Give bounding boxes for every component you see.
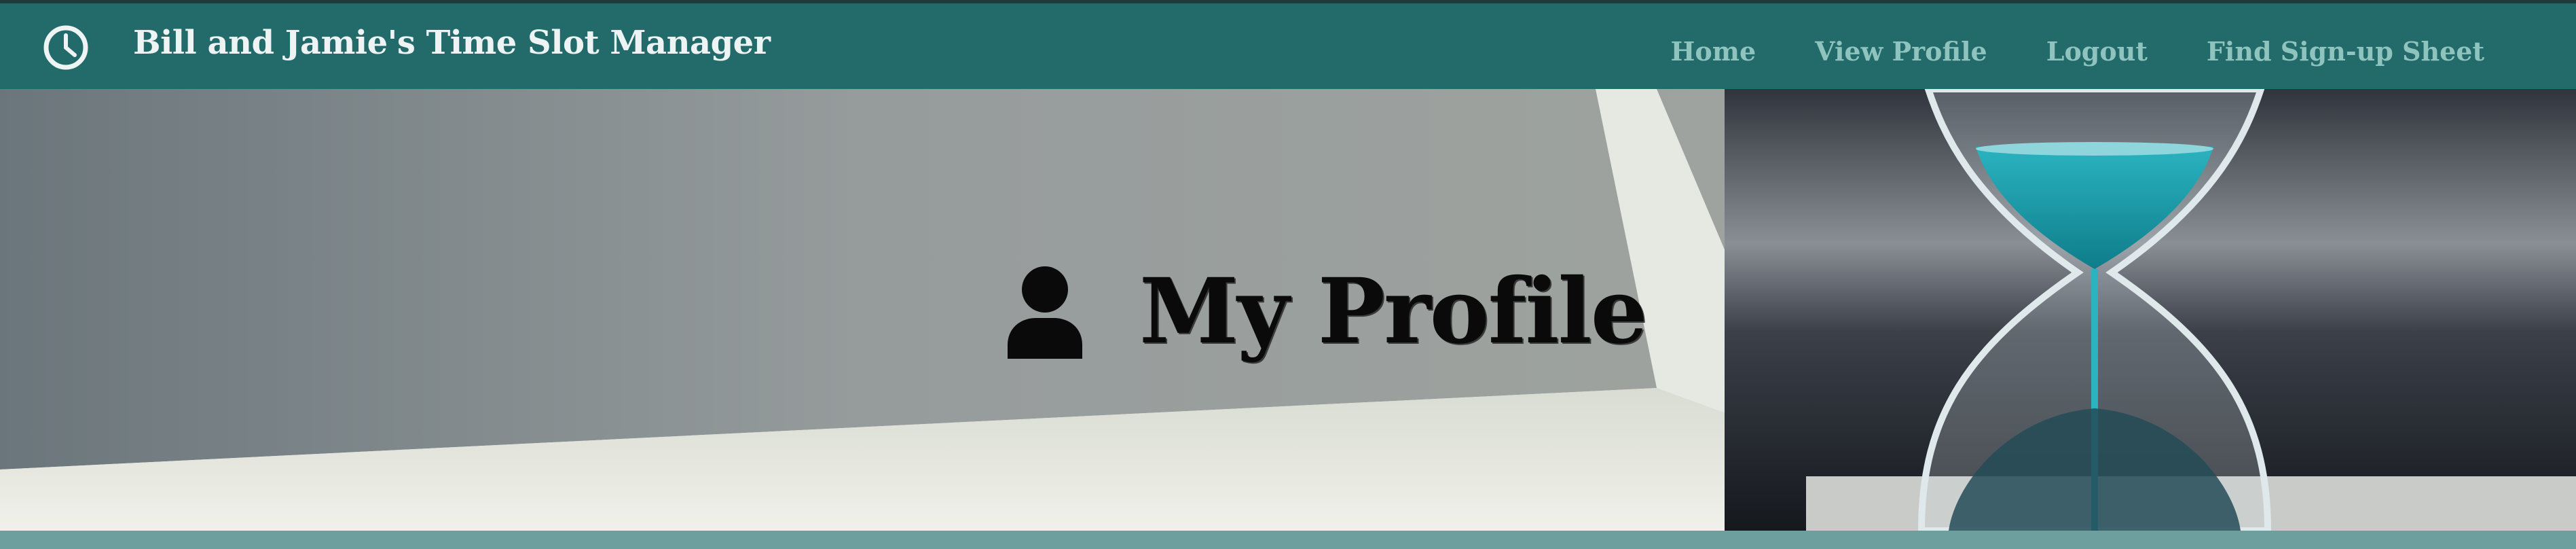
content-top-strip: [0, 531, 2576, 549]
nav-link-view-profile[interactable]: View Profile: [1815, 36, 1987, 67]
page-title: My Profile: [1139, 259, 1648, 364]
hero-banner: My Profile: [0, 89, 2576, 531]
clock-icon[interactable]: [42, 24, 90, 71]
top-navbar: Bill and Jamie's Time Slot Manager Home …: [0, 0, 2576, 89]
hero-heading: My Profile: [1005, 259, 1648, 364]
app-title[interactable]: Bill and Jamie's Time Slot Manager: [133, 24, 771, 62]
nav-links: Home View Profile Logout Find Sign-up Sh…: [1671, 36, 2484, 67]
nav-link-find-signup-sheet[interactable]: Find Sign-up Sheet: [2207, 36, 2484, 67]
nav-link-logout[interactable]: Logout: [2046, 36, 2148, 67]
nav-link-home[interactable]: Home: [1671, 36, 1756, 67]
user-icon: [1008, 266, 1082, 359]
